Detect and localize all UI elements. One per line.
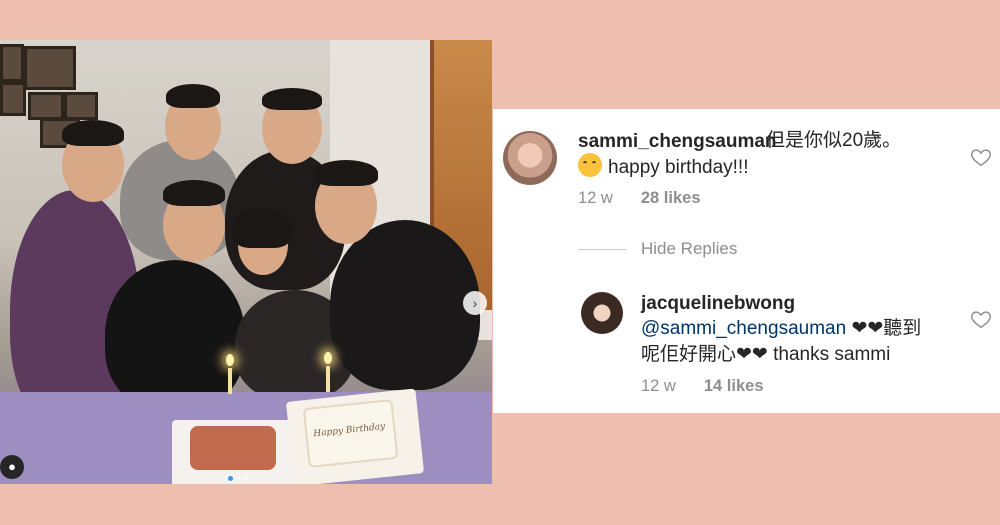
- comment-age: 12 w: [578, 189, 613, 207]
- comment-username[interactable]: sammi_chengsauman: [578, 131, 777, 153]
- wall-frame: [64, 92, 98, 120]
- heart-outline-icon[interactable]: [970, 146, 992, 168]
- person: [330, 220, 480, 390]
- carousel-dot: [244, 476, 249, 481]
- person-hair: [232, 208, 292, 248]
- person-hair: [314, 160, 378, 186]
- comment-text: 但是你似20歲。: [766, 130, 902, 151]
- cake-top: [190, 426, 276, 470]
- comments-panel: sammi_chengsauman 但是你似20歲。 happy birthda…: [493, 109, 1000, 413]
- wall-frame: [0, 82, 26, 116]
- candle: [228, 368, 232, 394]
- person-hair: [163, 180, 225, 206]
- smiling-face-icon: [578, 153, 602, 177]
- reply-text: @sammi_chengsauman ❤❤聽到: [641, 315, 921, 343]
- comment-text: happy birthday!!!: [608, 157, 749, 178]
- reply-likes[interactable]: 14 likes: [704, 377, 764, 395]
- carousel-dot: [236, 476, 241, 481]
- wall-frame: [24, 46, 76, 90]
- carousel-dot-active: [228, 476, 233, 481]
- comment-text-line2: happy birthday!!!: [578, 153, 748, 182]
- wall-frame: [28, 92, 64, 120]
- carousel-indicator: [228, 468, 252, 484]
- wall-frame: [0, 44, 24, 82]
- cake-lettering: Happy Birthday: [312, 421, 386, 440]
- person-hair: [62, 120, 124, 146]
- reply-text-rest: ❤❤聽到: [846, 318, 922, 339]
- mention-link[interactable]: @sammi_chengsauman: [641, 318, 846, 339]
- hide-replies-button[interactable]: Hide Replies: [641, 239, 737, 259]
- person-hair: [262, 88, 322, 110]
- birthday-cake: Happy Birthday: [285, 388, 425, 484]
- reply-username[interactable]: jacquelinebwong: [641, 293, 795, 315]
- heart-outline-icon[interactable]: [970, 308, 992, 330]
- comment-likes[interactable]: 28 likes: [641, 189, 701, 207]
- comment-meta: 12 w 28 likes: [578, 189, 701, 208]
- chevron-right-icon: ›: [472, 295, 478, 311]
- reply-age: 12 w: [641, 377, 676, 395]
- carousel-next-button[interactable]: ›: [463, 291, 487, 315]
- user-tag-button[interactable]: ●: [0, 455, 24, 479]
- candle: [326, 366, 330, 392]
- hide-replies-divider: [578, 249, 626, 250]
- person: [105, 260, 245, 410]
- post-photo[interactable]: Happy Birthday › ●: [0, 40, 492, 484]
- candle-flame: [324, 352, 332, 364]
- reply-text-line2: 呢佢好開心❤❤ thanks sammi: [641, 344, 891, 365]
- candle-flame: [226, 354, 234, 366]
- person-hair: [166, 84, 220, 108]
- user-tag-icon: ●: [8, 459, 16, 474]
- avatar[interactable]: [581, 292, 623, 334]
- cake-top: Happy Birthday: [302, 398, 399, 468]
- avatar[interactable]: [503, 131, 557, 185]
- reply-meta: 12 w 14 likes: [641, 377, 764, 396]
